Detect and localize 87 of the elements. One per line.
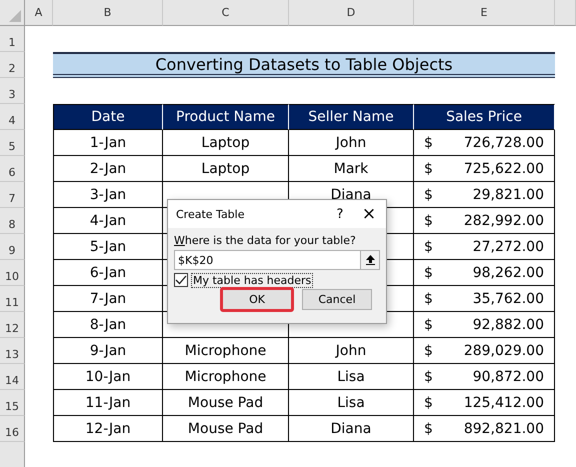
table-cell: 9-Jan bbox=[53, 338, 163, 364]
row-header[interactable]: 9 bbox=[0, 234, 25, 260]
row-header[interactable]: 10 bbox=[0, 260, 25, 286]
table-cell: Laptop bbox=[163, 130, 289, 156]
currency-sign: $ bbox=[424, 394, 433, 410]
column-header[interactable] bbox=[555, 0, 576, 26]
column-heading: Product Name bbox=[163, 104, 289, 130]
column-header[interactable]: B bbox=[53, 0, 163, 26]
table-cell: 8-Jan bbox=[53, 312, 163, 338]
table-cell: Mark bbox=[289, 156, 414, 182]
row-header[interactable] bbox=[0, 442, 25, 467]
price-value: 125,412.00 bbox=[464, 394, 544, 410]
table-cell: 6-Jan bbox=[53, 260, 163, 286]
row-header[interactable]: 13 bbox=[0, 338, 25, 364]
up-arrow-icon bbox=[366, 255, 374, 265]
table-cell: John bbox=[289, 130, 414, 156]
column-heading: Seller Name bbox=[289, 104, 414, 130]
table-cell: 12-Jan bbox=[53, 416, 163, 442]
range-picker-button[interactable] bbox=[360, 251, 379, 269]
table-cell: Lisa bbox=[289, 390, 414, 416]
price-value: 35,762.00 bbox=[472, 290, 544, 306]
table-cell: 11-Jan bbox=[53, 390, 163, 416]
sheet-title: Converting Datasets to Table Objects bbox=[53, 52, 555, 78]
price-value: 27,272.00 bbox=[472, 238, 544, 254]
table-cell: John bbox=[289, 338, 414, 364]
table-cell: Diana bbox=[289, 416, 414, 442]
currency-sign: $ bbox=[424, 238, 433, 254]
row-header[interactable]: 16 bbox=[0, 416, 25, 442]
checkbox-label: My table has headers bbox=[192, 274, 312, 286]
column-header[interactable]: D bbox=[289, 0, 414, 26]
table-cell: Mouse Pad bbox=[163, 416, 289, 442]
range-field[interactable]: $K$20 bbox=[174, 250, 380, 270]
table-cell: 1-Jan bbox=[53, 130, 163, 156]
currency-sign: $ bbox=[424, 316, 433, 332]
row-header[interactable]: 12 bbox=[0, 312, 25, 338]
headers-checkbox[interactable] bbox=[174, 273, 188, 287]
currency-sign: $ bbox=[424, 186, 433, 202]
table-cell: 5-Jan bbox=[53, 234, 163, 260]
row-header[interactable]: 2 bbox=[0, 52, 25, 78]
table-cell: 2-Jan bbox=[53, 156, 163, 182]
price-value: 90,872.00 bbox=[472, 368, 544, 384]
row-header[interactable]: 1 bbox=[0, 26, 25, 52]
column-heading: Sales Price bbox=[414, 104, 555, 130]
currency-sign: $ bbox=[424, 212, 433, 228]
row-header[interactable]: 7 bbox=[0, 182, 25, 208]
ok-button[interactable]: OK bbox=[220, 287, 294, 312]
table-cell: 7-Jan bbox=[53, 286, 163, 312]
row-header[interactable]: 6 bbox=[0, 156, 25, 182]
currency-sign: $ bbox=[424, 160, 433, 176]
price-value: 92,882.00 bbox=[472, 316, 544, 332]
price-value: 29,821.00 bbox=[472, 186, 544, 202]
dialog-title: Create Table bbox=[176, 208, 246, 220]
column-header[interactable]: C bbox=[163, 0, 289, 26]
help-button[interactable]: ? bbox=[328, 206, 352, 222]
select-all-icon[interactable] bbox=[9, 10, 21, 22]
price-value: 892,821.00 bbox=[464, 420, 544, 436]
table-cell: 10-Jan bbox=[53, 364, 163, 390]
currency-sign: $ bbox=[424, 368, 433, 384]
table-cell: Microphone bbox=[163, 338, 289, 364]
table-cell: Laptop bbox=[163, 156, 289, 182]
currency-sign: $ bbox=[424, 264, 433, 280]
table-cell: 3-Jan bbox=[53, 182, 163, 208]
row-header[interactable]: 3 bbox=[0, 78, 25, 104]
field-label: Where is the data for your table? bbox=[174, 234, 357, 247]
table-cell: Microphone bbox=[163, 364, 289, 390]
price-value: 98,262.00 bbox=[472, 264, 544, 280]
table-cell: 4-Jan bbox=[53, 208, 163, 234]
row-header[interactable]: 5 bbox=[0, 130, 25, 156]
price-value: 726,728.00 bbox=[464, 134, 544, 150]
cancel-button[interactable]: Cancel bbox=[302, 289, 372, 310]
row-header[interactable]: 11 bbox=[0, 286, 25, 312]
column-heading: Date bbox=[53, 104, 163, 130]
table-cell: Lisa bbox=[289, 364, 414, 390]
row-header[interactable]: 15 bbox=[0, 390, 25, 416]
row-header[interactable]: 4 bbox=[0, 104, 25, 130]
row-header[interactable]: 14 bbox=[0, 364, 25, 390]
table-cell: Mouse Pad bbox=[163, 390, 289, 416]
currency-sign: $ bbox=[424, 290, 433, 306]
price-value: 282,992.00 bbox=[464, 212, 544, 228]
currency-sign: $ bbox=[424, 342, 433, 358]
column-header[interactable]: E bbox=[414, 0, 555, 26]
price-value: 725,622.00 bbox=[464, 160, 544, 176]
currency-sign: $ bbox=[424, 420, 433, 436]
currency-sign: $ bbox=[424, 134, 433, 150]
row-header[interactable]: 8 bbox=[0, 208, 25, 234]
column-header[interactable]: A bbox=[25, 0, 53, 26]
price-value: 289,029.00 bbox=[464, 342, 544, 358]
